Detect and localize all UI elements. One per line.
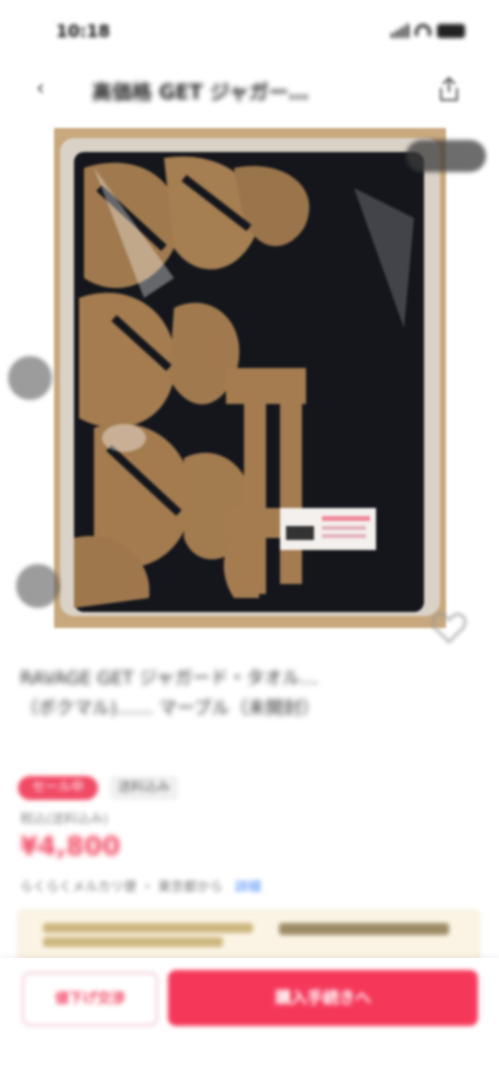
sale-badge: セール中 <box>18 776 99 800</box>
previous-image-button[interactable] <box>8 356 52 400</box>
banner-text <box>43 919 253 951</box>
promo-banner[interactable] <box>18 910 480 962</box>
tax-note: 税込(送料込み) <box>20 812 109 827</box>
shipping-info: らくらくメルカリ便 ・ 東京都から 詳細 <box>20 876 261 895</box>
status-icons <box>391 24 465 38</box>
battery-icon <box>437 24 465 38</box>
buy-button[interactable]: 購入手続きへ <box>168 970 478 1026</box>
like-icon[interactable] <box>429 608 469 648</box>
banner-label <box>279 923 449 935</box>
zoom-button[interactable] <box>16 564 60 608</box>
back-icon[interactable]: ‹ <box>36 78 58 100</box>
status-time: 10:18 <box>56 22 111 42</box>
wifi-icon <box>415 24 431 36</box>
item-title: RAVAGE GET ジャガード・タオル… （ボクマル)…… マーブル（未開封） <box>20 668 320 719</box>
top-navigation: ‹ 高価格 GET ジャガー… <box>0 64 499 114</box>
shipping-detail-link[interactable]: 詳細 <box>235 880 261 895</box>
signal-icon <box>391 24 409 38</box>
image-counter-badge <box>406 140 486 172</box>
product-image[interactable] <box>54 128 446 628</box>
share-icon[interactable] <box>437 76 461 102</box>
shipping-text: らくらくメルカリ便 ・ 東京都から <box>20 880 223 895</box>
price-offer-button[interactable]: 値下げ交渉 <box>22 972 158 1026</box>
status-bar: 10:18 <box>0 0 499 64</box>
item-tags: セール中 送料込み <box>18 776 179 800</box>
bottom-action-bar: 値下げ交渉 購入手続きへ <box>0 958 499 1080</box>
shipping-included-badge: 送料込み <box>110 776 179 800</box>
page-title: 高価格 GET ジャガー… <box>92 80 309 104</box>
item-price: ¥4,800 <box>20 832 121 862</box>
